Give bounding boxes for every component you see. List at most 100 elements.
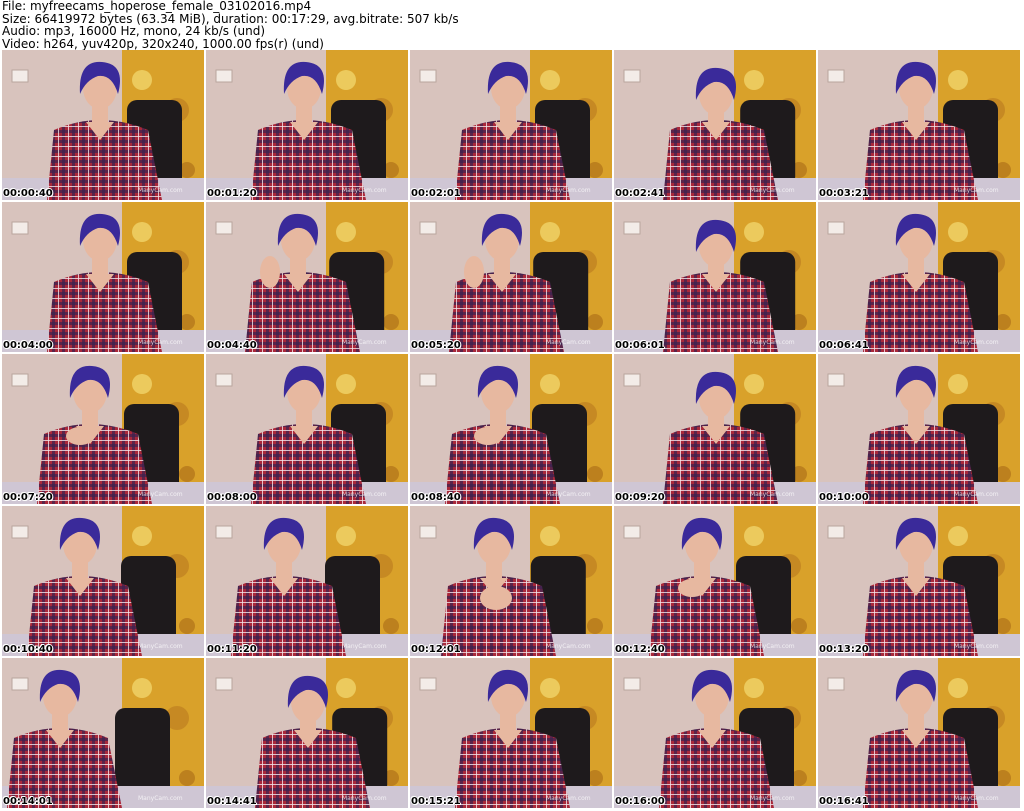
frame-image xyxy=(206,658,408,808)
video-frame-thumbnail: ManyCam.com 00:08:40 xyxy=(410,354,612,504)
video-frame-thumbnail: ManyCam.com 00:09:20 xyxy=(614,354,816,504)
frame-image xyxy=(2,658,204,808)
video-frame-thumbnail: ManyCam.com 00:16:00 xyxy=(614,658,816,808)
frame-image xyxy=(2,506,204,656)
frame-timestamp: 00:08:00 xyxy=(207,492,257,503)
frame-timestamp: 00:12:01 xyxy=(411,644,461,655)
video-frame-thumbnail: ManyCam.com 00:08:00 xyxy=(206,354,408,504)
frame-image xyxy=(818,354,1020,504)
frame-image xyxy=(614,354,816,504)
watermark-text: ManyCam.com xyxy=(546,643,591,650)
frame-image xyxy=(2,50,204,200)
watermark-text: ManyCam.com xyxy=(954,643,999,650)
watermark-text: ManyCam.com xyxy=(342,187,387,194)
frame-timestamp: 00:02:41 xyxy=(615,188,665,199)
frame-image xyxy=(410,354,612,504)
watermark-text: ManyCam.com xyxy=(546,795,591,802)
frame-timestamp: 00:07:20 xyxy=(3,492,53,503)
frame-image xyxy=(410,50,612,200)
video-frame-thumbnail: ManyCam.com 00:01:20 xyxy=(206,50,408,200)
video-info-line: Video: h264, yuv420p, 320x240, 1000.00 f… xyxy=(2,36,324,51)
frame-image xyxy=(206,202,408,352)
watermark-text: ManyCam.com xyxy=(954,795,999,802)
video-frame-thumbnail: ManyCam.com 00:06:01 xyxy=(614,202,816,352)
video-frame-thumbnail: ManyCam.com 00:04:40 xyxy=(206,202,408,352)
frame-image xyxy=(818,658,1020,808)
watermark-text: ManyCam.com xyxy=(954,187,999,194)
frame-image xyxy=(206,506,408,656)
frame-timestamp: 00:05:20 xyxy=(411,340,461,351)
frame-timestamp: 00:10:40 xyxy=(3,644,53,655)
watermark-text: ManyCam.com xyxy=(342,643,387,650)
frame-image xyxy=(410,658,612,808)
frame-timestamp: 00:13:20 xyxy=(819,644,869,655)
video-frame-thumbnail: ManyCam.com 00:03:21 xyxy=(818,50,1020,200)
watermark-text: ManyCam.com xyxy=(546,187,591,194)
video-frame-thumbnail: ManyCam.com 00:12:40 xyxy=(614,506,816,656)
frame-image xyxy=(614,50,816,200)
watermark-text: ManyCam.com xyxy=(750,491,795,498)
frame-timestamp: 00:15:21 xyxy=(411,796,461,807)
watermark-text: ManyCam.com xyxy=(546,339,591,346)
frame-timestamp: 00:08:40 xyxy=(411,492,461,503)
frame-timestamp: 00:09:20 xyxy=(615,492,665,503)
watermark-text: ManyCam.com xyxy=(138,339,183,346)
video-frame-thumbnail: ManyCam.com 00:16:41 xyxy=(818,658,1020,808)
watermark-text: ManyCam.com xyxy=(342,795,387,802)
frame-timestamp: 00:04:40 xyxy=(207,340,257,351)
file-info-header: File: myfreecams_hoperose_female_0310201… xyxy=(2,0,1022,50)
frame-image xyxy=(410,506,612,656)
frame-image xyxy=(614,658,816,808)
frame-timestamp: 00:12:40 xyxy=(615,644,665,655)
frame-timestamp: 00:02:01 xyxy=(411,188,461,199)
video-frame-thumbnail: ManyCam.com 00:14:41 xyxy=(206,658,408,808)
frame-timestamp: 00:11:20 xyxy=(207,644,257,655)
watermark-text: ManyCam.com xyxy=(750,795,795,802)
video-frame-thumbnail: ManyCam.com 00:10:40 xyxy=(2,506,204,656)
video-frame-thumbnail: ManyCam.com 00:06:41 xyxy=(818,202,1020,352)
video-frame-thumbnail: ManyCam.com 00:14:01 xyxy=(2,658,204,808)
frame-image xyxy=(2,354,204,504)
frame-image xyxy=(206,354,408,504)
frame-timestamp: 00:00:40 xyxy=(3,188,53,199)
video-frame-thumbnail: ManyCam.com 00:00:40 xyxy=(2,50,204,200)
watermark-text: ManyCam.com xyxy=(138,643,183,650)
video-frame-thumbnail: ManyCam.com 00:02:41 xyxy=(614,50,816,200)
frame-image xyxy=(614,506,816,656)
watermark-text: ManyCam.com xyxy=(954,491,999,498)
frame-image xyxy=(818,506,1020,656)
frame-image xyxy=(614,202,816,352)
frame-timestamp: 00:06:41 xyxy=(819,340,869,351)
frame-timestamp: 00:16:41 xyxy=(819,796,869,807)
frame-image xyxy=(206,50,408,200)
video-frame-thumbnail: ManyCam.com 00:13:20 xyxy=(818,506,1020,656)
video-frame-thumbnail: ManyCam.com 00:04:00 xyxy=(2,202,204,352)
video-frame-thumbnail: ManyCam.com 00:11:20 xyxy=(206,506,408,656)
watermark-text: ManyCam.com xyxy=(138,795,183,802)
frame-timestamp: 00:14:41 xyxy=(207,796,257,807)
frame-timestamp: 00:06:01 xyxy=(615,340,665,351)
video-frame-thumbnail: ManyCam.com 00:07:20 xyxy=(2,354,204,504)
frame-timestamp: 00:10:00 xyxy=(819,492,869,503)
watermark-text: ManyCam.com xyxy=(546,491,591,498)
frame-image xyxy=(818,202,1020,352)
frame-timestamp: 00:04:00 xyxy=(3,340,53,351)
thumbnail-grid: ManyCam.com 00:00:40 ManyCam.com 00:01:2… xyxy=(2,50,1022,810)
frame-timestamp: 00:03:21 xyxy=(819,188,869,199)
frame-image xyxy=(410,202,612,352)
frame-timestamp: 00:14:01 xyxy=(3,796,53,807)
frame-image xyxy=(818,50,1020,200)
watermark-text: ManyCam.com xyxy=(342,491,387,498)
video-frame-thumbnail: ManyCam.com 00:05:20 xyxy=(410,202,612,352)
watermark-text: ManyCam.com xyxy=(342,339,387,346)
video-frame-thumbnail: ManyCam.com 00:15:21 xyxy=(410,658,612,808)
video-frame-thumbnail: ManyCam.com 00:10:00 xyxy=(818,354,1020,504)
watermark-text: ManyCam.com xyxy=(750,187,795,194)
watermark-text: ManyCam.com xyxy=(750,643,795,650)
frame-timestamp: 00:01:20 xyxy=(207,188,257,199)
frame-image xyxy=(2,202,204,352)
watermark-text: ManyCam.com xyxy=(750,339,795,346)
audio-info-line: Audio: mp3, 16000 Hz, mono, 24 kb/s (und… xyxy=(2,24,266,38)
file-name-line: File: myfreecams_hoperose_female_0310201… xyxy=(2,0,312,13)
watermark-text: ManyCam.com xyxy=(954,339,999,346)
